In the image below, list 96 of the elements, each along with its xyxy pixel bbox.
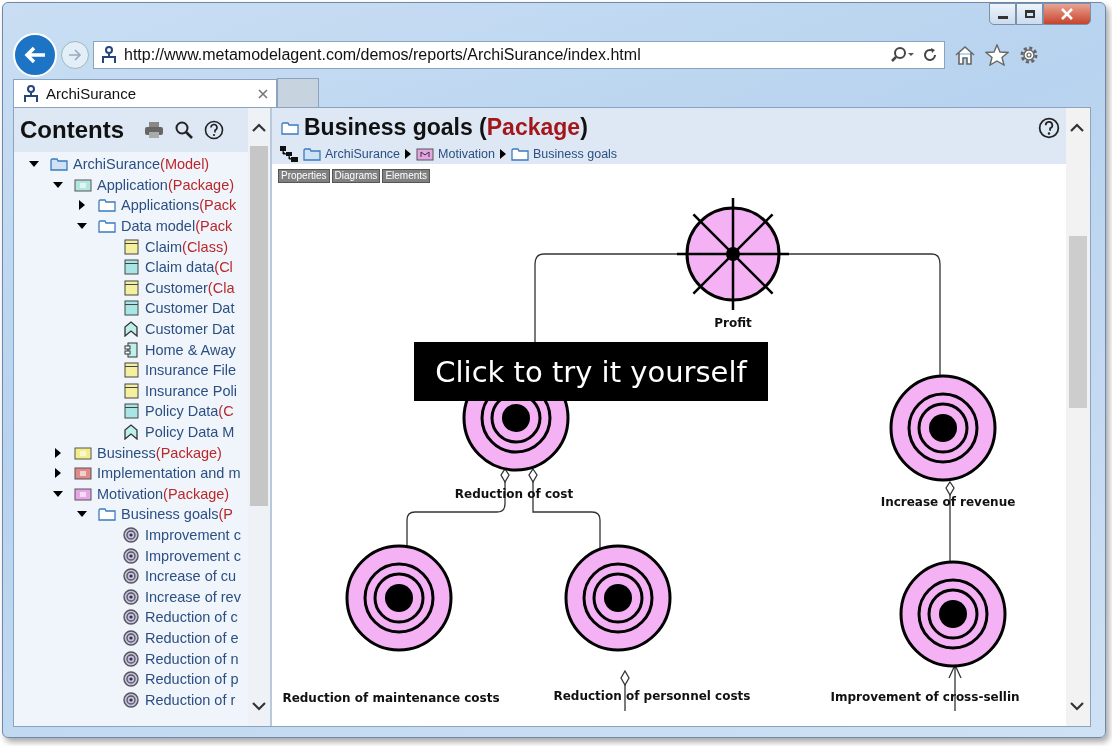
site-icon xyxy=(100,45,118,65)
url-text: http://www.metamodelagent.com/demos/reports/ArchiSurance/index.html xyxy=(124,46,642,64)
print-icon[interactable] xyxy=(144,121,164,139)
search-icon[interactable] xyxy=(174,121,194,139)
breadcrumb-link[interactable]: Business goals xyxy=(533,147,618,161)
tree-item[interactable]: Reduction of p xyxy=(145,671,239,688)
scroll-down-icon[interactable] xyxy=(1069,700,1085,712)
scrollbar[interactable] xyxy=(248,108,270,726)
search-icon[interactable] xyxy=(890,47,916,63)
hierarchy-icon xyxy=(280,146,298,162)
home-icon[interactable] xyxy=(953,44,977,66)
node-label: Profit xyxy=(714,316,752,330)
address-bar[interactable]: http://www.metamodelagent.com/demos/reports/ArchiSurance/index.html xyxy=(93,41,945,69)
minimize-button[interactable] xyxy=(989,3,1016,25)
tree-item[interactable]: Customer Dat xyxy=(145,321,235,338)
breadcrumb-link[interactable]: Motivation xyxy=(438,147,496,161)
goal-target-icon xyxy=(899,560,1007,668)
scroll-thumb[interactable] xyxy=(1069,236,1087,408)
node-label: Reduction of personnel costs xyxy=(553,689,751,703)
tree-item[interactable]: Insurance Poli xyxy=(145,382,237,399)
target-icon xyxy=(122,609,140,626)
class-icon xyxy=(122,403,140,420)
refresh-icon[interactable] xyxy=(922,47,938,63)
node-label: Reduction of maintenance costs xyxy=(282,691,500,705)
driver-wheel-icon xyxy=(677,198,789,310)
tree-item[interactable]: Data model(Pack xyxy=(121,218,233,235)
close-icon xyxy=(1060,8,1074,20)
tree-item[interactable]: Reduction of e xyxy=(145,629,239,646)
help-icon[interactable] xyxy=(204,120,224,140)
view-button[interactable]: Properties xyxy=(278,169,330,183)
close-button[interactable] xyxy=(1043,3,1091,25)
page-title: Business goals (Package) xyxy=(304,114,588,141)
tree-item[interactable]: Motivation(Package) xyxy=(97,485,230,502)
try-it-banner[interactable]: Click to try it yourself xyxy=(414,342,768,401)
goal-target-icon xyxy=(564,544,672,652)
target-icon xyxy=(122,650,140,667)
tree-item[interactable]: Application(Package) xyxy=(97,176,235,193)
class-icon xyxy=(122,362,140,379)
target-icon xyxy=(122,691,140,708)
tree-item[interactable]: Reduction of r xyxy=(145,691,236,708)
tree-item[interactable]: Policy Data M xyxy=(145,424,235,440)
scroll-up-icon[interactable] xyxy=(1069,122,1085,134)
tree-item[interactable]: Implementation and m xyxy=(97,465,241,482)
class-icon xyxy=(122,279,140,296)
component-icon xyxy=(122,341,140,358)
tree-item[interactable]: Increase of cu xyxy=(145,568,237,585)
tree-item[interactable]: Home & Away xyxy=(145,341,236,358)
tree-item[interactable]: Applications(Pack xyxy=(121,197,237,214)
contents-title: Contents xyxy=(20,116,124,144)
tree-item[interactable]: Insurance File xyxy=(145,362,237,379)
target-icon xyxy=(122,527,140,543)
tree-item[interactable]: Customer(Cla xyxy=(145,279,235,296)
help-icon[interactable] xyxy=(1038,116,1060,139)
browser-tab[interactable]: ArchiSurance xyxy=(13,79,277,107)
target-icon xyxy=(122,629,140,646)
back-button[interactable] xyxy=(13,33,57,77)
class-icon xyxy=(122,300,140,317)
site-icon xyxy=(22,83,40,104)
target-icon xyxy=(122,568,140,585)
tree-item[interactable]: ArchiSurance(Model) xyxy=(73,156,210,173)
tree-item[interactable]: Reduction of n xyxy=(145,650,239,667)
chevron-icon xyxy=(122,424,140,440)
separator-icon xyxy=(405,149,412,159)
tree-item[interactable]: Customer Dat xyxy=(145,300,235,317)
tree-item[interactable]: Improvement c xyxy=(145,527,241,543)
tree-item[interactable]: Claim(Class) xyxy=(145,238,228,255)
tree-item[interactable]: Increase of rev xyxy=(145,588,241,605)
separator-icon xyxy=(500,149,507,159)
package-icon xyxy=(416,146,435,162)
target-icon xyxy=(122,671,140,688)
class-icon xyxy=(122,259,140,276)
target-icon xyxy=(122,547,140,564)
goal-target-icon xyxy=(889,374,997,482)
target-icon xyxy=(122,588,140,605)
goal-target-icon xyxy=(345,544,453,652)
tree-item[interactable]: Business(Package) xyxy=(97,444,222,461)
tree-item[interactable]: Improvement c xyxy=(145,547,241,564)
scroll-thumb[interactable] xyxy=(250,146,268,506)
star-icon[interactable] xyxy=(985,44,1009,66)
close-icon[interactable] xyxy=(258,88,268,99)
breadcrumb-link[interactable]: ArchiSurance xyxy=(325,147,401,161)
view-button[interactable]: Elements xyxy=(382,169,431,183)
tree-item[interactable]: Policy Data(C xyxy=(145,403,234,420)
maximize-button[interactable] xyxy=(1016,3,1043,25)
chevron-icon xyxy=(122,321,140,338)
class-icon xyxy=(122,238,140,255)
scroll-down-icon[interactable] xyxy=(251,700,267,712)
arrow-right-icon xyxy=(68,49,82,61)
scrollbar[interactable] xyxy=(1066,108,1090,726)
tree-item[interactable]: Reduction of c xyxy=(145,609,238,626)
arrow-left-icon xyxy=(23,45,47,65)
view-button[interactable]: Diagrams xyxy=(331,169,381,183)
tree-item[interactable]: Business goals(P xyxy=(121,506,234,523)
scroll-up-icon[interactable] xyxy=(251,122,267,134)
tree-item[interactable]: Claim data(Cl xyxy=(145,259,233,276)
class-icon xyxy=(122,382,140,399)
